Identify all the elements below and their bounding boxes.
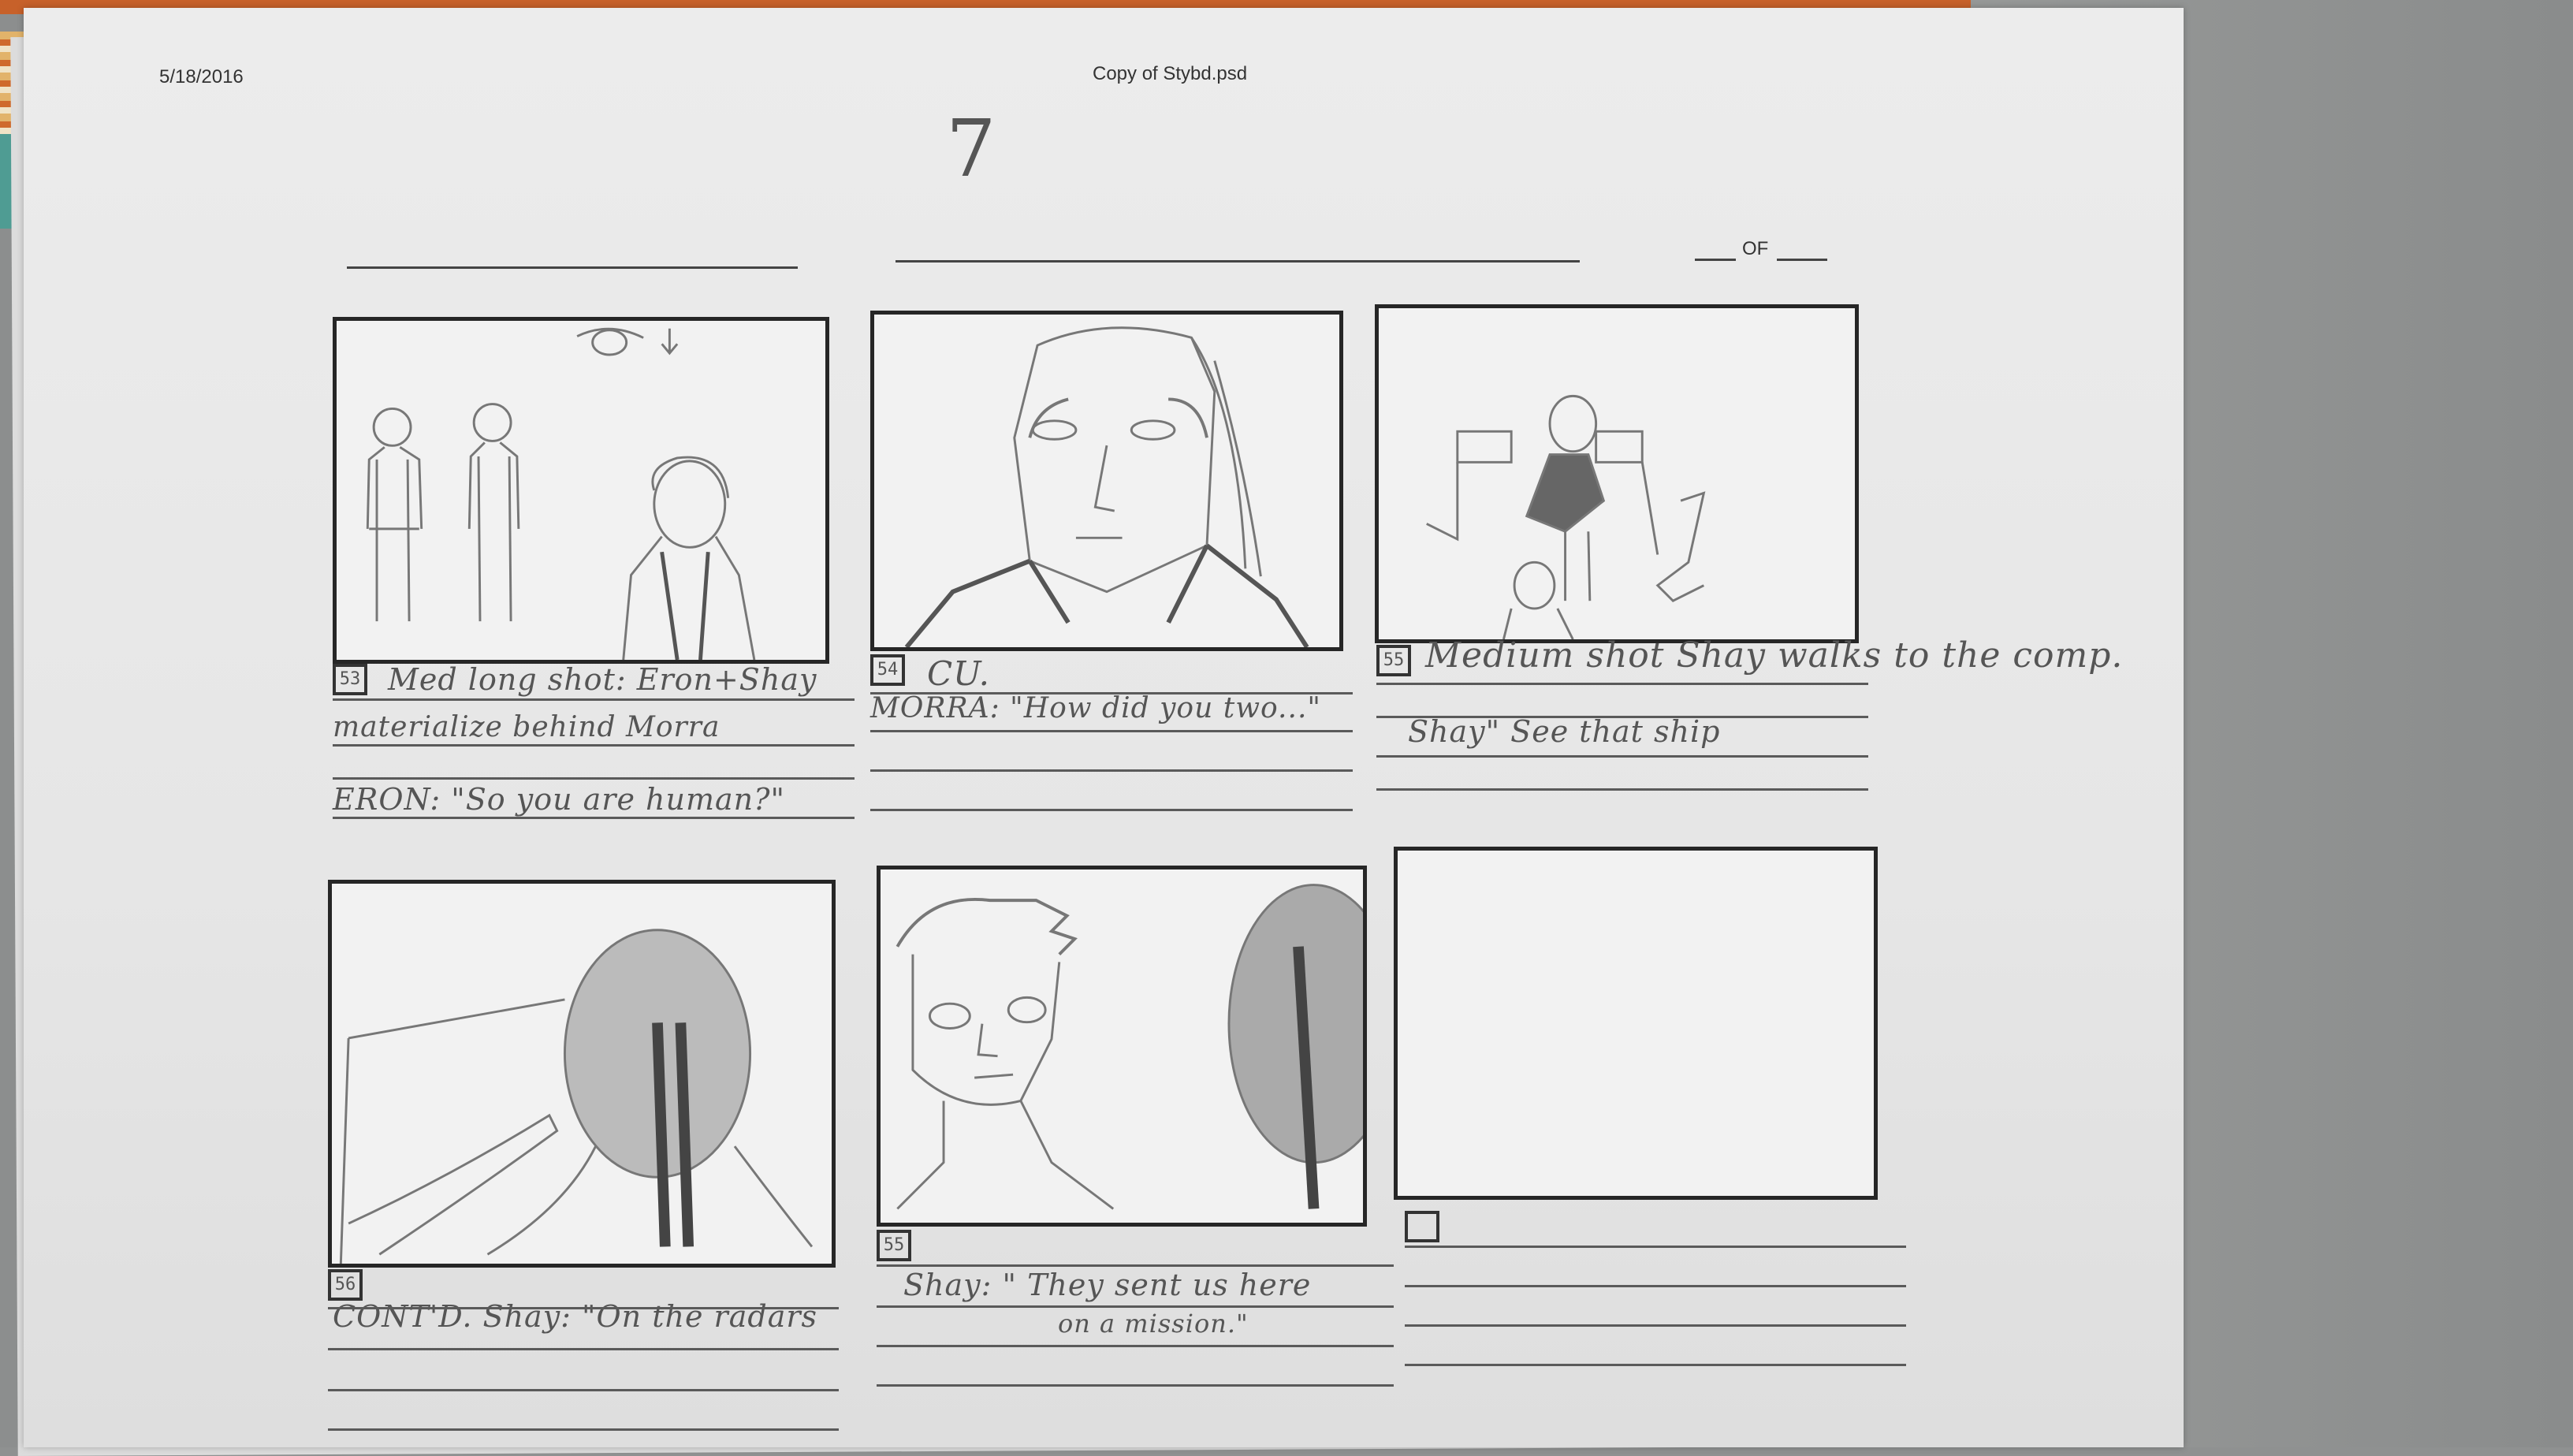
panel-54-note-1: CU. <box>927 654 991 693</box>
panel-53-note-2: materialize behind Morra <box>333 711 721 743</box>
file-name: Copy of Stybd.psd <box>1093 63 1248 84</box>
panel-57-frame <box>877 866 1367 1227</box>
panel-55-number: 55 <box>1376 645 1411 676</box>
panel-57-rule <box>877 1264 1394 1267</box>
panel-53-note-1: Med long shot: Eron+Shay <box>388 662 817 697</box>
panel-54-rule <box>870 730 1353 732</box>
panel-55-note-2: Shay" See that ship <box>1408 714 1721 749</box>
panel-56-rule <box>328 1389 839 1391</box>
panel-56-number: 56 <box>328 1269 363 1301</box>
page-number: 7 <box>946 102 996 195</box>
panel-56-frame <box>328 880 836 1268</box>
panel-54-rule <box>870 769 1353 772</box>
print-date: 5/18/2016 <box>159 66 244 88</box>
panel-56-rule <box>328 1348 839 1350</box>
panel-56-sketch <box>339 929 814 1264</box>
panel-55-rule <box>1376 788 1868 791</box>
panel-55-rule <box>1376 716 1868 718</box>
panel-56-rule <box>328 1307 839 1309</box>
title-line-center <box>896 260 1580 263</box>
panel-54-rule <box>870 809 1353 811</box>
panel-54-number: 54 <box>870 654 905 686</box>
panel-57-note-1: Shay: " They sent us here <box>903 1268 1312 1302</box>
panel-empty-frame <box>1394 847 1878 1200</box>
panel-empty-rule <box>1405 1364 1906 1366</box>
panel-53-note-3: ERON: "So you are human?" <box>333 782 785 817</box>
panel-empty-rule <box>1405 1246 1906 1248</box>
panel-57-note-2: on a mission." <box>1058 1309 1249 1339</box>
of-label: OF <box>1742 238 1769 259</box>
panel-53-frame <box>333 317 829 664</box>
panel-54-sketch <box>904 326 1309 647</box>
page-line-right <box>1777 259 1827 261</box>
panel-53-rule <box>333 744 855 747</box>
panel-empty-number <box>1405 1211 1439 1242</box>
panel-54-rule <box>870 692 1353 694</box>
panel-53-rule <box>333 698 855 701</box>
panel-57-rule <box>877 1384 1394 1387</box>
panel-55-sketch <box>1426 394 1706 639</box>
panel-54-note-2: MORRA: "How did you two..." <box>870 692 1321 724</box>
panel-54-frame <box>870 311 1343 651</box>
panel-53-rule <box>333 817 855 819</box>
page-line-left <box>1695 259 1736 261</box>
panel-53-sketch <box>366 327 756 660</box>
title-line-left <box>347 266 798 269</box>
panel-57-rule <box>877 1305 1394 1308</box>
panel-53-number: 53 <box>333 664 367 695</box>
panel-55-rule <box>1376 683 1868 685</box>
panel-57-sketch <box>896 884 1363 1210</box>
panel-55-note-1: Medium shot Shay walks to the comp. <box>1425 635 2124 676</box>
panel-55-frame <box>1375 304 1859 643</box>
panel-empty-rule <box>1405 1285 1906 1287</box>
panel-57-number: 55 <box>877 1230 911 1261</box>
panel-57-rule <box>877 1345 1394 1347</box>
panel-55-rule <box>1376 755 1868 758</box>
panel-53-rule <box>333 777 855 780</box>
panel-empty-rule <box>1405 1324 1906 1327</box>
panel-56-note-1: CONT'D. Shay: "On the radars <box>333 1299 818 1334</box>
panel-56-rule <box>328 1428 839 1431</box>
storyboard-sheet: 5/18/2016 Copy of Stybd.psd 7 OF 53 54 5… <box>24 8 2184 1447</box>
